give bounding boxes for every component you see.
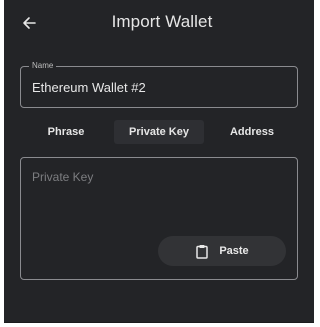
private-key-field: Paste (20, 157, 298, 280)
wallet-name-field[interactable]: Name Ethereum Wallet #2 (20, 60, 298, 108)
private-key-input[interactable] (22, 159, 296, 229)
paste-label: Paste (219, 245, 249, 257)
tab-phrase[interactable]: Phrase (20, 120, 112, 144)
import-method-tabs: Phrase Private Key Address (20, 120, 298, 144)
page-title: Import Wallet (111, 12, 213, 31)
wallet-name-value[interactable]: Ethereum Wallet #2 (32, 80, 146, 95)
wallet-name-label: Name (29, 60, 57, 72)
header: Import Wallet (4, 0, 314, 48)
clipboard-icon (195, 243, 209, 259)
tab-private-key[interactable]: Private Key (114, 120, 204, 144)
paste-button[interactable]: Paste (158, 236, 286, 266)
import-wallet-screen: Import Wallet Name Ethereum Wallet #2 Ph… (4, 0, 314, 323)
tab-address[interactable]: Address (206, 120, 298, 144)
